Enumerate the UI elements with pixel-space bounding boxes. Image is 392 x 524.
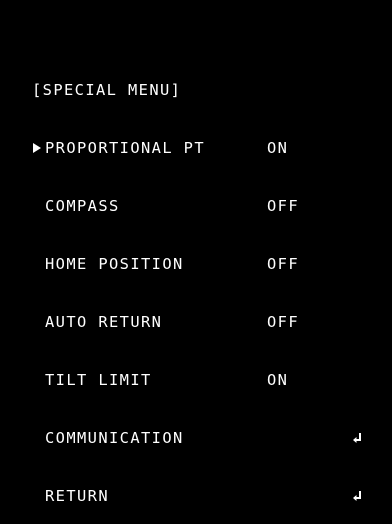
menu-item-label: AUTO RETURN [45,312,163,331]
menu-item-return[interactable]: RETURN [32,486,362,505]
menu-item-value [267,474,362,518]
enter-icon [352,490,364,502]
menu-item-value: OFF [267,312,299,331]
menu-item-label: COMPASS [45,196,120,215]
menu-item-proportional-pt[interactable]: PROPORTIONAL PT ON [32,138,327,157]
osd-screen: [SPECIAL MENU] PROPORTIONAL PT ON COMPAS… [0,0,392,503]
menu-title-row: [SPECIAL MENU] [32,80,327,99]
menu-item-label: COMMUNICATION [45,428,184,447]
menu-item-home-position[interactable]: HOME POSITION OFF [32,254,327,273]
special-menu: [SPECIAL MENU] PROPORTIONAL PT ON COMPAS… [32,39,362,524]
menu-item-label: RETURN [45,486,109,505]
menu-item-label: TILT LIMIT [45,370,152,389]
menu-item-auto-return[interactable]: AUTO RETURN OFF [32,312,327,331]
selection-cursor-icon [32,141,45,156]
menu-item-value: OFF [267,196,299,215]
menu-item-value [267,416,362,460]
menu-title: [SPECIAL MENU] [32,80,182,99]
menu-item-communication[interactable]: COMMUNICATION [32,428,362,447]
menu-item-label: HOME POSITION [45,254,184,273]
menu-item-tilt-limit[interactable]: TILT LIMIT ON [32,370,327,389]
menu-item-value: OFF [267,254,299,273]
menu-item-value: ON [267,370,289,389]
menu-item-value: ON [267,138,289,157]
menu-item-compass[interactable]: COMPASS OFF [32,196,327,215]
menu-item-label: PROPORTIONAL PT [45,138,205,157]
enter-icon [352,432,364,444]
